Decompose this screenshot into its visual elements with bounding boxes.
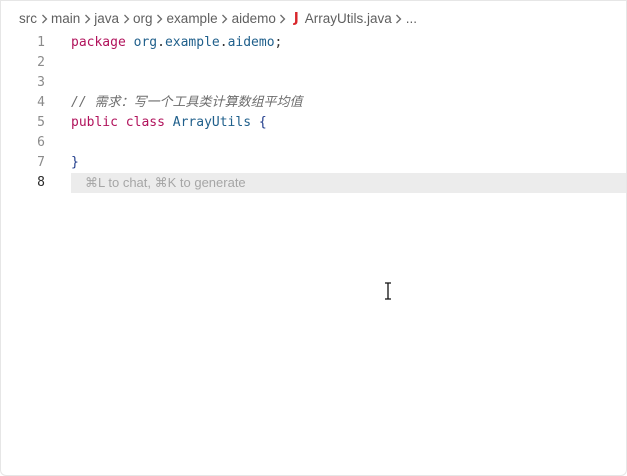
line-number: 4 xyxy=(37,95,45,110)
code-token: ; xyxy=(274,35,283,50)
code-line[interactable]: 7} xyxy=(1,153,626,173)
chevron-right-icon xyxy=(37,11,51,25)
code-line[interactable]: 6 xyxy=(1,133,626,153)
code-line[interactable]: 3 xyxy=(1,73,626,93)
code-line[interactable]: 5 public class ArrayUtils { xyxy=(1,113,626,133)
code-text: // 需求：写一个工具类计算数组平均值 xyxy=(71,93,302,113)
code-text: package org.example.aidemo; xyxy=(71,33,282,53)
line-number: 5 xyxy=(37,115,45,130)
line-number: 2 xyxy=(37,55,45,70)
code-token: public xyxy=(71,115,118,130)
code-token: . xyxy=(219,35,228,50)
java-file-icon: J xyxy=(293,10,299,26)
chevron-right-icon xyxy=(276,11,290,25)
inline-hint: ⌘L to chat, ⌘K to generate xyxy=(85,175,246,190)
code-token: . xyxy=(157,35,165,50)
breadcrumb-item-src[interactable]: src xyxy=(19,11,37,26)
breadcrumb-item-file[interactable]: ArrayUtils.java xyxy=(305,11,392,26)
breadcrumb-item-aidemo[interactable]: aidemo xyxy=(232,11,276,26)
code-token: org xyxy=(133,35,158,50)
breadcrumb-item-main[interactable]: main xyxy=(51,11,80,26)
chevron-right-icon xyxy=(218,11,232,25)
code-text: public class ArrayUtils { xyxy=(71,113,267,133)
code-token: { xyxy=(258,115,267,130)
code-text: } xyxy=(71,153,79,173)
breadcrumb-item-org[interactable]: org xyxy=(133,11,153,26)
line-number: 3 xyxy=(37,75,45,90)
code-token: aidemo xyxy=(227,35,275,50)
code-token: example xyxy=(164,35,220,50)
line-number: 6 xyxy=(37,135,45,150)
code-token: ArrayUtils xyxy=(172,115,252,130)
code-token: class xyxy=(125,115,165,130)
code-comment: // 需求：写一个工具类计算数组平均值 xyxy=(71,95,303,110)
breadcrumb-item-java[interactable]: java xyxy=(94,11,119,26)
text-cursor-icon xyxy=(382,281,394,301)
code-editor[interactable]: 1 package org.example.aidemo; 2 3 4// 需求：写一个… xyxy=(1,33,626,475)
code-token: package xyxy=(71,35,126,50)
code-line[interactable]: 2 xyxy=(1,53,626,73)
editor-window: src main java org example aidemo J Array… xyxy=(0,0,627,476)
code-line[interactable]: 4 // 需求：写一个工具类计算数组平均值 xyxy=(1,93,626,113)
chevron-right-icon xyxy=(153,11,167,25)
chevron-right-icon xyxy=(80,11,94,25)
chevron-right-icon xyxy=(119,11,133,25)
code-token: } xyxy=(71,155,79,170)
chevron-right-icon xyxy=(392,11,406,25)
breadcrumb: src main java org example aidemo J Array… xyxy=(19,8,417,28)
breadcrumb-more[interactable]: ... xyxy=(406,11,417,26)
line-number: 8 xyxy=(37,175,45,190)
line-number: 7 xyxy=(37,155,45,170)
line-number: 1 xyxy=(37,35,45,50)
code-line[interactable]: 1 package org.example.aidemo; xyxy=(1,33,626,53)
breadcrumb-item-example[interactable]: example xyxy=(167,11,218,26)
